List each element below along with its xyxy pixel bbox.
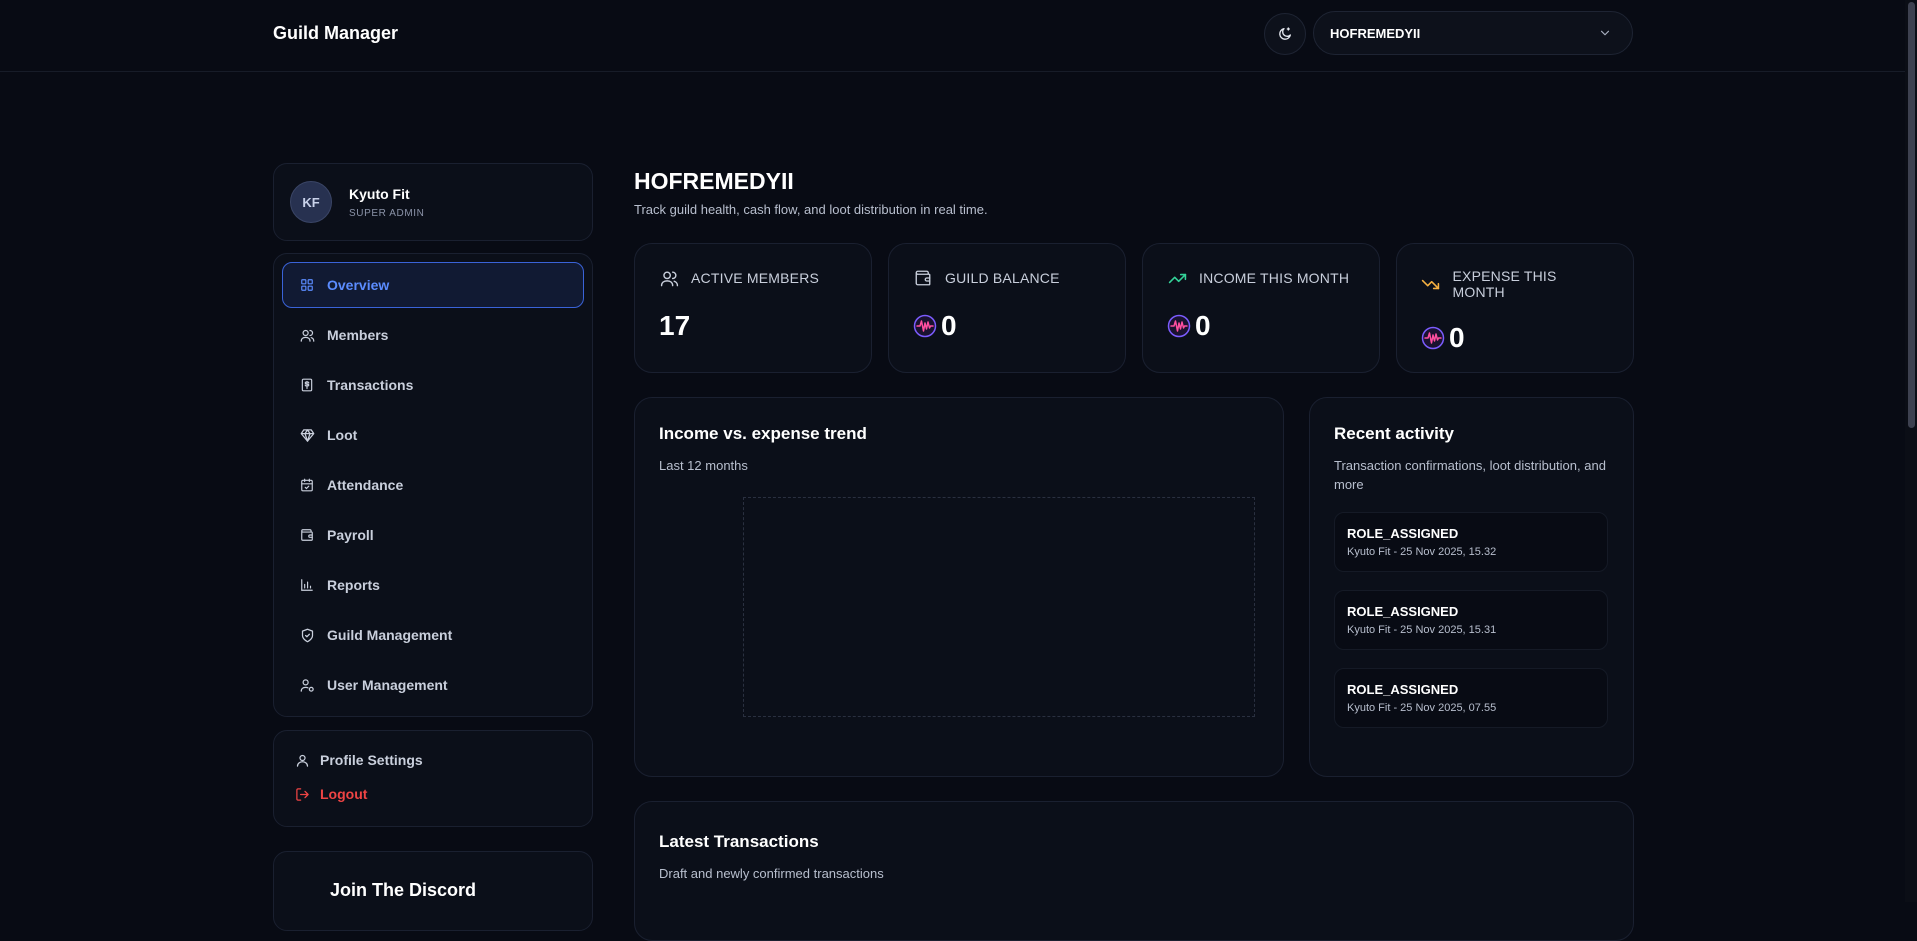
sidebar-item-overview[interactable]: Overview xyxy=(282,262,584,308)
sidebar-item-loot[interactable]: Loot xyxy=(282,412,584,458)
currency-coin-icon xyxy=(1167,314,1191,338)
trending-up-icon xyxy=(1167,268,1187,288)
stat-label: ACTIVE MEMBERS xyxy=(691,270,820,286)
activity-item-title: ROLE_ASSIGNED xyxy=(1347,682,1459,697)
recent-activity-card: Recent activity Transaction confirmation… xyxy=(1309,397,1634,777)
bar-chart-icon xyxy=(299,577,315,593)
users-icon xyxy=(299,327,315,343)
trending-down-icon xyxy=(1421,274,1441,294)
stat-card-income-this-month: INCOME THIS MONTH 0 xyxy=(1142,243,1380,373)
sidebar-nav: Overview Members Transactions Loot Atten… xyxy=(273,253,593,717)
avatar: KF xyxy=(290,181,332,223)
logout-icon xyxy=(294,786,310,802)
sidebar-item-label: Loot xyxy=(327,427,358,443)
activity-item[interactable]: ROLE_ASSIGNED Kyuto Fit - 25 Nov 2025, 1… xyxy=(1334,590,1608,650)
sidebar-item-transactions[interactable]: Transactions xyxy=(282,362,584,408)
user-profile-card: KF Kyuto Fit SUPER ADMIN xyxy=(273,163,593,241)
trend-chart-plot-area xyxy=(743,497,1255,717)
income-expense-trend-card: Income vs. expense trend Last 12 months xyxy=(634,397,1284,777)
discord-card[interactable]: Join The Discord xyxy=(273,851,593,931)
stat-value: 0 xyxy=(1195,310,1211,341)
latest-transactions-subtitle: Draft and newly confirmed transactions xyxy=(659,866,884,881)
sidebar-item-label: Reports xyxy=(327,577,380,593)
account-menu: Profile Settings Logout xyxy=(273,730,593,827)
sidebar-item-label: Guild Management xyxy=(327,627,453,643)
activity-item-meta: Kyuto Fit - 25 Nov 2025, 07.55 xyxy=(1347,702,1497,714)
logout-label: Logout xyxy=(320,786,368,802)
stat-label: INCOME THIS MONTH xyxy=(1199,270,1350,286)
diamond-icon xyxy=(299,427,315,443)
theme-toggle-button[interactable] xyxy=(1264,13,1306,55)
wallet-icon xyxy=(913,268,933,288)
stat-value: 0 xyxy=(941,310,957,341)
app-title: Guild Manager xyxy=(273,23,399,43)
chevron-down-icon xyxy=(1600,30,1610,36)
shield-icon xyxy=(299,627,315,643)
sidebar-item-label: Payroll xyxy=(327,527,374,543)
discord-title: Join The Discord xyxy=(330,880,477,900)
user-cog-icon xyxy=(299,677,315,693)
activity-item-meta: Kyuto Fit - 25 Nov 2025, 15.32 xyxy=(1347,546,1497,558)
stat-label: EXPENSE THIS MONTH xyxy=(1452,268,1557,300)
profile-settings-link[interactable]: Profile Settings xyxy=(294,743,572,777)
sidebar-item-label: Transactions xyxy=(327,377,414,393)
user-icon xyxy=(294,752,310,768)
stat-card-expense-this-month: EXPENSE THIS MONTH 0 xyxy=(1396,243,1634,373)
stat-card-guild-balance: GUILD BALANCE 0 xyxy=(888,243,1126,373)
activity-item-meta: Kyuto Fit - 25 Nov 2025, 15.31 xyxy=(1347,624,1497,636)
sidebar-item-attendance[interactable]: Attendance xyxy=(282,462,584,508)
stat-value: 0 xyxy=(1449,322,1465,353)
stat-label: GUILD BALANCE xyxy=(945,270,1060,286)
page-scrollbar[interactable] xyxy=(1905,0,1917,902)
activity-item[interactable]: ROLE_ASSIGNED Kyuto Fit - 25 Nov 2025, 0… xyxy=(1334,668,1608,728)
latest-transactions-card: Latest Transactions Draft and newly conf… xyxy=(634,801,1634,941)
sidebar-item-members[interactable]: Members xyxy=(282,312,584,358)
stat-card-active-members: ACTIVE MEMBERS 17 xyxy=(634,243,872,373)
grid-icon xyxy=(299,277,315,293)
latest-transactions-title: Latest Transactions xyxy=(659,832,819,851)
receipt-icon xyxy=(299,377,315,393)
sidebar-item-label: Attendance xyxy=(327,477,404,493)
sidebar-item-user-management[interactable]: User Management xyxy=(282,662,584,708)
stat-value: 17 xyxy=(659,310,691,341)
sidebar-item-reports[interactable]: Reports xyxy=(282,562,584,608)
sidebar-item-label: User Management xyxy=(327,677,448,693)
users-icon xyxy=(659,268,679,288)
guild-selector[interactable]: HOFREMEDYII xyxy=(1313,11,1633,55)
sidebar-item-payroll[interactable]: Payroll xyxy=(282,512,584,558)
sidebar-item-guild-management[interactable]: Guild Management xyxy=(282,612,584,658)
activity-item[interactable]: ROLE_ASSIGNED Kyuto Fit - 25 Nov 2025, 1… xyxy=(1334,512,1608,572)
trend-subtitle: Last 12 months xyxy=(659,458,748,473)
activity-subtitle: Transaction confirmations, loot distribu… xyxy=(1334,458,1606,492)
moon-icon xyxy=(1279,27,1291,40)
trend-title: Income vs. expense trend xyxy=(659,424,867,443)
wallet-icon xyxy=(299,527,315,543)
page-subtitle: Track guild health, cash flow, and loot … xyxy=(634,202,988,217)
user-name: Kyuto Fit xyxy=(349,185,410,202)
calendar-check-icon xyxy=(299,477,315,493)
currency-coin-icon xyxy=(1421,326,1445,350)
scrollbar-thumb[interactable] xyxy=(1908,2,1915,428)
currency-coin-icon xyxy=(913,314,937,338)
activity-title: Recent activity xyxy=(1334,424,1454,443)
page-title: HOFREMEDYII xyxy=(634,168,794,194)
profile-settings-label: Profile Settings xyxy=(320,752,423,768)
top-bar: Guild Manager HOFREMEDYII xyxy=(0,0,1905,72)
activity-item-title: ROLE_ASSIGNED xyxy=(1347,526,1459,541)
logout-button[interactable]: Logout xyxy=(294,777,572,811)
sidebar-item-label: Members xyxy=(327,327,389,343)
sidebar-item-label: Overview xyxy=(327,277,390,293)
activity-item-title: ROLE_ASSIGNED xyxy=(1347,604,1459,619)
user-role: SUPER ADMIN xyxy=(349,207,425,219)
guild-selector-value: HOFREMEDYII xyxy=(1330,25,1421,41)
